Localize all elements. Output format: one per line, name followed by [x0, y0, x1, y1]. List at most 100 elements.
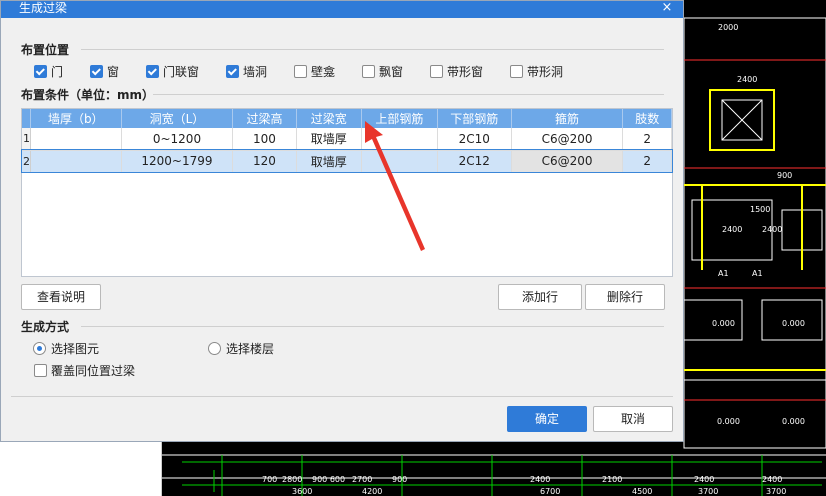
add-row-button[interactable]: 添加行 — [498, 284, 582, 310]
checkbox-icon[interactable] — [90, 65, 103, 78]
generate-mode-group-label: 生成方式 — [21, 320, 70, 334]
table-cell[interactable]: 2C10 — [437, 128, 512, 151]
cad-label: 2400 — [722, 225, 742, 234]
cad-label: 3700 — [766, 487, 786, 496]
column-header[interactable]: 洞宽（L） — [121, 109, 234, 128]
column-header[interactable]: 过梁宽 — [296, 109, 362, 128]
table-row[interactable]: 1 0~1200 100 取墙厚 2C10 C6@200 2 — [22, 128, 672, 151]
checkbox-label: 壁龛 — [311, 65, 336, 79]
checkbox-label: 窗 — [107, 65, 120, 79]
row-header-corner — [22, 109, 31, 128]
table-cell[interactable]: 2 — [622, 128, 672, 151]
checkbox-label: 带形窗 — [447, 65, 484, 79]
dialog-title-bar[interactable]: 生成过梁 × — [1, 1, 683, 18]
placement-wall-opening-checkbox[interactable]: 墙洞 — [226, 63, 267, 80]
generate-lintel-dialog: 生成过梁 × 布置位置 门 窗 门联窗 墙洞 壁龛 飘窗 带形窗 带形洞 布置条… — [0, 0, 684, 442]
cad-label: 2100 — [602, 475, 622, 484]
placement-door-window-checkbox[interactable]: 门联窗 — [146, 63, 199, 80]
cad-label: 2700 — [352, 475, 372, 484]
table-cell[interactable] — [30, 128, 122, 151]
radio-label: 选择图元 — [51, 342, 100, 356]
cad-label: 1500 — [750, 205, 770, 214]
table-cell[interactable]: C6@200 — [511, 128, 624, 151]
select-element-radio[interactable]: 选择图元 — [33, 340, 99, 357]
select-floor-radio[interactable]: 选择楼层 — [208, 340, 274, 357]
cad-label: 0.000 — [782, 319, 805, 328]
radio-icon[interactable] — [208, 342, 221, 355]
table-cell[interactable] — [30, 150, 122, 173]
checkbox-icon[interactable] — [362, 65, 375, 78]
table-cell[interactable]: 1200~1799 — [121, 150, 234, 173]
conditions-group-label: 布置条件（单位：mm） — [21, 88, 155, 102]
checkbox-label: 墙洞 — [243, 65, 268, 79]
cad-label: 900 — [392, 475, 407, 484]
column-header[interactable]: 肢数 — [622, 109, 672, 128]
cad-label: 4500 — [632, 487, 652, 496]
cad-label: 2400 — [762, 475, 782, 484]
cancel-button[interactable]: 取消 — [593, 406, 673, 432]
placement-door-checkbox[interactable]: 门 — [34, 63, 63, 80]
checkbox-icon[interactable] — [146, 65, 159, 78]
cad-label: 0.000 — [782, 417, 805, 426]
table-cell[interactable]: 2C12 — [437, 150, 512, 173]
radio-label: 选择楼层 — [226, 342, 275, 356]
view-help-button[interactable]: 查看说明 — [21, 284, 101, 310]
placement-strip-opening-checkbox[interactable]: 带形洞 — [510, 63, 563, 80]
column-header[interactable]: 下部钢筋 — [437, 109, 512, 128]
column-header[interactable]: 墙厚（b） — [30, 109, 122, 128]
checkbox-icon[interactable] — [226, 65, 239, 78]
cad-label: 2000 — [718, 23, 738, 32]
cad-label: 2400 — [762, 225, 782, 234]
row-index[interactable]: 1 — [22, 128, 31, 151]
dialog-title: 生成过梁 — [19, 1, 68, 15]
placement-strip-window-checkbox[interactable]: 带形窗 — [430, 63, 483, 80]
table-cell[interactable]: 取墙厚 — [296, 128, 362, 151]
checkbox-icon[interactable] — [34, 364, 47, 377]
delete-row-button[interactable]: 删除行 — [585, 284, 665, 310]
cad-label: 2400 — [530, 475, 550, 484]
table-cell[interactable]: 100 — [232, 128, 297, 151]
cad-label: 2400 — [737, 75, 757, 84]
divider — [11, 396, 673, 397]
cad-label: 4200 — [362, 487, 382, 496]
radio-icon[interactable] — [33, 342, 46, 355]
checkbox-icon[interactable] — [294, 65, 307, 78]
table-row-selected[interactable]: 2 1200~1799 120 取墙厚 2C12 C6@200 2 — [21, 149, 673, 173]
table-header-row: 墙厚（b） 洞宽（L） 过梁高 过梁宽 上部钢筋 下部钢筋 箍筋 肢数 — [22, 109, 672, 128]
cad-label: 3700 — [698, 487, 718, 496]
column-header[interactable]: 箍筋 — [511, 109, 624, 128]
row-index[interactable]: 2 — [22, 150, 31, 173]
workspace-blank-area — [0, 442, 162, 496]
cad-label: 900 — [777, 171, 792, 180]
divider — [81, 326, 664, 327]
checkbox-label: 门联窗 — [163, 65, 200, 79]
override-lintel-checkbox[interactable]: 覆盖同位置过梁 — [34, 362, 135, 379]
cad-label: 6700 — [540, 487, 560, 496]
placement-window-checkbox[interactable]: 窗 — [90, 63, 119, 80]
checkbox-icon[interactable] — [510, 65, 523, 78]
table-cell[interactable]: 120 — [232, 150, 297, 173]
table-cell-current[interactable]: C6@200 — [511, 150, 624, 173]
close-icon[interactable]: × — [659, 1, 675, 17]
annotation-arrow — [365, 121, 425, 251]
divider — [153, 94, 664, 95]
ok-button[interactable]: 确定 — [507, 406, 587, 432]
divider — [81, 49, 664, 50]
checkbox-label: 带形洞 — [527, 65, 564, 79]
checkbox-label: 门 — [51, 65, 64, 79]
checkbox-icon[interactable] — [430, 65, 443, 78]
cad-label: A1 — [718, 269, 729, 278]
cad-label: 700 — [262, 475, 277, 484]
cad-label: 900 600 — [312, 475, 345, 484]
cad-label: 0.000 — [712, 319, 735, 328]
placement-bay-window-checkbox[interactable]: 飘窗 — [362, 63, 403, 80]
column-header[interactable]: 过梁高 — [232, 109, 297, 128]
cad-label: A1 — [752, 269, 763, 278]
cad-label: 3600 — [292, 487, 312, 496]
placement-niche-checkbox[interactable]: 壁龛 — [294, 63, 335, 80]
checkbox-icon[interactable] — [34, 65, 47, 78]
table-cell[interactable]: 2 — [622, 150, 672, 173]
table-cell[interactable]: 0~1200 — [121, 128, 234, 151]
table-cell[interactable]: 取墙厚 — [296, 150, 362, 173]
conditions-table[interactable]: 墙厚（b） 洞宽（L） 过梁高 过梁宽 上部钢筋 下部钢筋 箍筋 肢数 1 0~… — [21, 108, 673, 277]
